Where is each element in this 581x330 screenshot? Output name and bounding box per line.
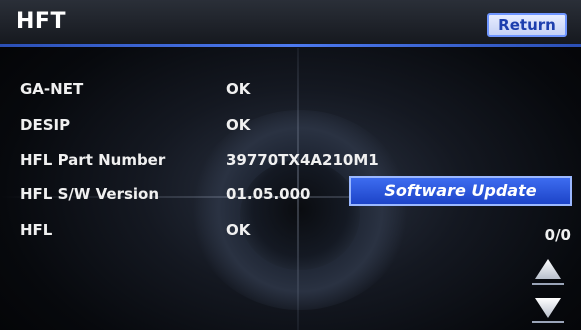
row-label: HFL Part Number (20, 151, 166, 169)
page-counter: 0/0 (544, 226, 571, 244)
scroll-down-button[interactable] (528, 292, 568, 326)
scroll-up-button[interactable] (528, 255, 568, 289)
software-update-button[interactable]: Software Update (349, 176, 572, 206)
row-label: DESIP (20, 116, 71, 134)
arrow-down-icon (532, 298, 564, 323)
row-value: OK (226, 80, 251, 98)
row-label: HFL (20, 221, 53, 239)
row-value: OK (226, 221, 251, 239)
row-value: 01.05.000 (226, 185, 311, 203)
row-label: HFL S/W Version (20, 185, 160, 203)
header-divider (0, 44, 581, 47)
return-button[interactable]: Return (487, 13, 567, 37)
hft-screen: HFT Return GA-NET OK DESIP OK HFL Part N… (0, 0, 581, 330)
row-value: 39770TX4A210M1 (226, 151, 379, 169)
row-label: GA-NET (20, 80, 84, 98)
header-bar: HFT Return (0, 0, 581, 44)
background-dial-center (240, 160, 360, 270)
background-dial (190, 110, 410, 310)
page-title: HFT (16, 9, 66, 34)
arrow-up-icon (532, 259, 564, 285)
row-value: OK (226, 116, 251, 134)
